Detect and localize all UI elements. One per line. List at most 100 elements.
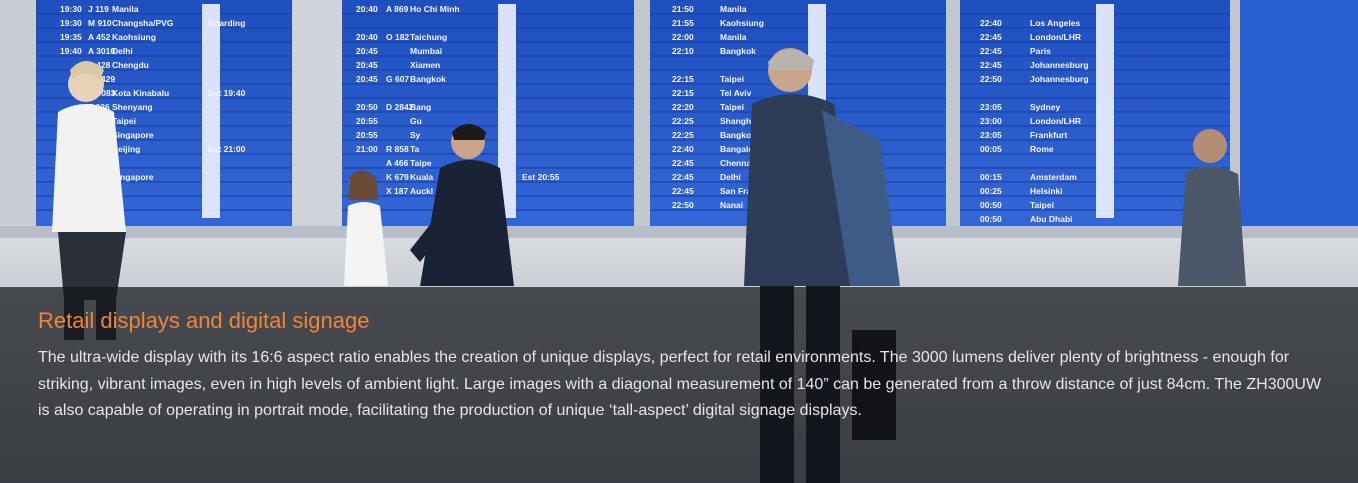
board-1-row-dest: Singapore: [112, 130, 154, 140]
board-1-row-flight: J 119: [88, 4, 109, 14]
board-3-row-time: 22:40: [672, 144, 694, 154]
board-1-row-dest: Delhi: [112, 46, 133, 56]
board-4-row-time: 23:05: [980, 130, 1002, 140]
board-3-row-time: 22:45: [672, 186, 694, 196]
board-3-row-time: 22:25: [672, 130, 694, 140]
board-4-row-dest: Rome: [1030, 144, 1054, 154]
board-3-row-time: 22:15: [672, 74, 694, 84]
board-1-row-dest: Chengdu: [112, 60, 149, 70]
board-2-row-dest: Auckl: [410, 186, 433, 196]
board-4-row-dest: Amsterdam: [1030, 172, 1077, 182]
board-2-row-time: 21:00: [356, 144, 378, 154]
board-3-row-time: 22:00: [672, 32, 694, 42]
board-3-row-time: 22:10: [672, 46, 694, 56]
board-4-row-time: 00:25: [980, 186, 1002, 196]
board-4-row-time: 22:45: [980, 60, 1002, 70]
board-1-row-status: Est 21:00: [208, 144, 246, 154]
board-4-row-dest: Taipei: [1030, 200, 1054, 210]
board-1-row-dest: Shenyang: [112, 102, 153, 112]
board-4-row-dest: Frankfurt: [1030, 130, 1067, 140]
board-4-row-dest: Sydney: [1030, 102, 1061, 112]
board-4-row-time: 22:45: [980, 46, 1002, 56]
board-2-row-time: 20:55: [356, 130, 378, 140]
board-3-row-dest: Kaohsiung: [720, 18, 764, 28]
board-4-row-time: 23:00: [980, 116, 1002, 126]
board-2-row-dest: Gu: [410, 116, 422, 126]
board-1-row-time: 19:40: [60, 46, 82, 56]
board-2-row-time: 20:55: [356, 116, 378, 126]
board-4-row-time: 22:45: [980, 32, 1002, 42]
board-1-row-flight: M 910: [88, 18, 112, 28]
board-2-row-dest: Ho Chi Minh: [410, 4, 460, 14]
board-2-row-dest: Sy: [410, 130, 421, 140]
caption-title: Retail displays and digital signage: [38, 308, 370, 333]
board-4-row-time: 00:50: [980, 214, 1002, 224]
board-1-row-status: Est 19:40: [208, 88, 246, 98]
board-2-row-time: 20:45: [356, 46, 378, 56]
board-4-row-time: 00:05: [980, 144, 1002, 154]
board-4-row-time: 22:40: [980, 18, 1002, 28]
board-2-row-flight: X 187: [386, 186, 408, 196]
board-4-row-time: 22:50: [980, 74, 1002, 84]
board-3-row-dest: Bangkok: [720, 46, 756, 56]
board-2-row-flight: O 182: [386, 32, 409, 42]
board-3-row-dest: Delhi: [720, 172, 741, 182]
board-2-row-time: 20:40: [356, 4, 378, 14]
board-3-row-dest: Chennai: [720, 158, 754, 168]
board-2-row-dest: Mumbai: [410, 46, 442, 56]
board-2-row-time: 20:50: [356, 102, 378, 112]
board-2-row-dest: Bangkok: [410, 74, 446, 84]
board-2-row-time: 20:40: [356, 32, 378, 42]
board-4-row-dest: London/LHR: [1030, 116, 1081, 126]
board-4-row-dest: Los Angeles: [1030, 18, 1080, 28]
board-1-row-flight: A 452: [88, 32, 111, 42]
board-4-row-dest: London/LHR: [1030, 32, 1081, 42]
board-2-row-flight: K 679: [386, 172, 409, 182]
board-1-row-dest: Kota Kinabalu: [112, 88, 169, 98]
board-2-row-time: 20:45: [356, 60, 378, 70]
caption-panel: Retail displays and digital signage The …: [0, 287, 1358, 483]
board-1-row-dest: Kaohsiung: [112, 32, 156, 42]
board-3-row-time: 22:20: [672, 102, 694, 112]
board-4-row-time: 23:05: [980, 102, 1002, 112]
board-3-row-time: 22:45: [672, 158, 694, 168]
board-2-row-flight: A 466: [386, 158, 409, 168]
board-4-row-dest: Helsinki: [1030, 186, 1063, 196]
board-2-row-dest: Ta: [410, 144, 420, 154]
board-2-row-flight: A 869: [386, 4, 409, 14]
departures-board-5: [1240, 0, 1358, 226]
board-4-row-time: 00:15: [980, 172, 1002, 182]
board-2-row-dest: Xiamen: [410, 60, 440, 70]
board-4-row-dest: Johannesburg: [1030, 74, 1089, 84]
caption-body: The ultra-wide display with its 16:6 asp…: [38, 349, 1322, 419]
board-1-row-time: 19:30: [60, 18, 82, 28]
board-3-row-time: 21:50: [672, 4, 694, 14]
board-1-row-dest: Changsha/PVG: [112, 18, 174, 28]
board-3-row-dest: Taipei: [720, 102, 744, 112]
board-2-row-dest: Kuala: [410, 172, 433, 182]
board-2-row-dest: Taichung: [410, 32, 447, 42]
board-1-row-dest: Manila: [112, 4, 139, 14]
board-2-row-flight: R 858: [386, 144, 409, 154]
board-3-row-time: 22:15: [672, 88, 694, 98]
board-3-row-time: 22:50: [672, 200, 694, 210]
board-2-row-status: Est 20:55: [522, 172, 560, 182]
board-4-row-dest: Johannesburg: [1030, 60, 1089, 70]
board-1-row-time: 19:35: [60, 32, 82, 42]
board-4-row-time: 00:50: [980, 200, 1002, 210]
board-1-row-dest: Taipei: [112, 116, 136, 126]
board-3-row-time: 22:25: [672, 116, 694, 126]
board-2-row-dest: Bang: [410, 102, 431, 112]
board-2-row-dest: Taipe: [410, 158, 432, 168]
board-3-row-dest: Tel Aviv: [720, 88, 752, 98]
board-3-row-dest: Nanai: [720, 200, 743, 210]
board-2-row-time: 20:45: [356, 74, 378, 84]
board-2-row-flight: G 607: [386, 74, 409, 84]
board-3-row-dest: Taipei: [720, 74, 744, 84]
board-3-row-time: 22:45: [672, 172, 694, 182]
board-3-row-dest: Manila: [720, 32, 747, 42]
board-3-row-dest: Manila: [720, 4, 747, 14]
board-1-row-status: Boarding: [208, 18, 245, 28]
board-1-row-time: 19:30: [60, 4, 82, 14]
board-4-row-dest: Paris: [1030, 46, 1051, 56]
